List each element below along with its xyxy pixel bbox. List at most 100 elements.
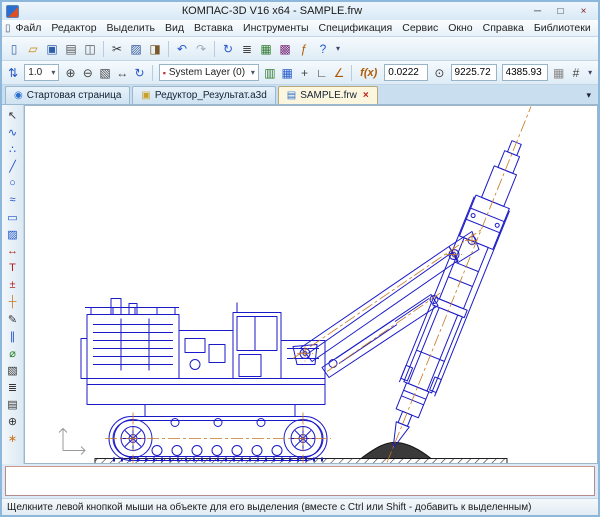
menu-item[interactable]: Вид bbox=[160, 21, 189, 35]
menu-item[interactable]: Выделить bbox=[102, 21, 160, 35]
tab-close-icon[interactable]: × bbox=[361, 90, 369, 101]
library-manager-icon[interactable]: ▩ bbox=[276, 40, 294, 58]
menu-item[interactable]: Файл bbox=[11, 21, 47, 35]
variables-icon[interactable]: ƒ bbox=[295, 40, 313, 58]
line-tool-icon[interactable]: ╱ bbox=[4, 158, 22, 174]
reports-tool-icon[interactable]: ▤ bbox=[4, 396, 22, 412]
insert-tool-icon[interactable]: ⊕ bbox=[4, 413, 22, 429]
drawing-canvas[interactable] bbox=[24, 105, 598, 464]
grid-icon[interactable]: ▦ bbox=[279, 64, 295, 82]
main-area: ↖ ∿ ∴ ╱ ○ ≈ ▭ ▨ ↔ T ± ┼ bbox=[2, 105, 598, 464]
print-preview-icon[interactable]: ◫ bbox=[81, 40, 99, 58]
hatch-tool-icon[interactable]: ▨ bbox=[4, 226, 22, 242]
undo-icon[interactable]: ↶ bbox=[173, 40, 191, 58]
paste-icon[interactable]: ◨ bbox=[146, 40, 164, 58]
layer-combo[interactable]: ▪ System Layer (0) ▾ bbox=[159, 64, 259, 81]
menu-item[interactable]: Справка bbox=[478, 21, 529, 35]
document-tab[interactable]: ◉ Стартовая страница × bbox=[5, 86, 130, 104]
toolbar-overflow-icon[interactable]: ▾ bbox=[333, 44, 343, 53]
zoom-area-icon[interactable]: ▧ bbox=[97, 64, 113, 82]
tab-list-button[interactable]: ▾ bbox=[582, 90, 595, 104]
refresh-image-icon[interactable]: ↻ bbox=[219, 40, 237, 58]
point-tool-icon[interactable]: ∴ bbox=[4, 141, 22, 157]
snap-icon[interactable]: ∠ bbox=[331, 64, 347, 82]
minimize-button[interactable]: ─ bbox=[527, 4, 548, 18]
statusbar: Щелкните левой кнопкой мыши на объекте д… bbox=[2, 498, 598, 515]
toolbar-separator bbox=[152, 65, 153, 81]
parametric-tool-icon[interactable]: ∥ bbox=[4, 328, 22, 344]
app-window: КОМПАС-3D V16 x64 - SAMPLE.frw ─ □ × ▯ Ф… bbox=[0, 0, 600, 517]
open-document-icon[interactable]: ▱ bbox=[24, 40, 42, 58]
rectangle-tool-icon[interactable]: ▭ bbox=[4, 209, 22, 225]
cursor-y-field[interactable] bbox=[502, 64, 548, 81]
rounding-icon[interactable]: ⊙ bbox=[431, 64, 447, 82]
tolerance-tool-icon[interactable]: ± bbox=[4, 277, 22, 293]
refresh-icon[interactable]: ↻ bbox=[131, 64, 147, 82]
cursor-tool-icon[interactable]: ↖ bbox=[4, 107, 22, 123]
document-tab[interactable]: ▤ SAMPLE.frw × bbox=[278, 86, 378, 104]
print-icon[interactable]: ▤ bbox=[62, 40, 80, 58]
help-icon[interactable]: ? bbox=[314, 40, 332, 58]
local-cs-icon[interactable]: + bbox=[296, 64, 312, 82]
document-tab-label: SAMPLE.frw bbox=[300, 90, 357, 101]
machine-drawing bbox=[81, 135, 534, 460]
toolbar-view: ⇅ 1.0 ▾ ⊕⊖▧↔↻ ▪ System Layer (0) ▾ ▥▦+∟∠… bbox=[2, 61, 598, 85]
document-manager-icon[interactable]: ▦ bbox=[257, 40, 275, 58]
spline-tool-icon[interactable]: ≈ bbox=[4, 192, 22, 208]
cut-icon[interactable]: ✂ bbox=[108, 40, 126, 58]
cursor-x-field[interactable] bbox=[451, 64, 497, 81]
axis-tool-icon[interactable]: ┼ bbox=[4, 294, 22, 310]
layer-color-icon: ▪ bbox=[163, 68, 166, 78]
keyboard-input-icon[interactable]: # bbox=[568, 64, 584, 82]
redo-icon[interactable]: ↷ bbox=[192, 40, 210, 58]
measure-tool-icon[interactable]: ⌀ bbox=[4, 345, 22, 361]
text-tool-icon[interactable]: T bbox=[4, 260, 22, 276]
menu-item[interactable]: Библиотеки bbox=[529, 21, 596, 35]
document-tab-icon: ◉ bbox=[14, 90, 23, 101]
apps-tool-icon[interactable]: ∗ bbox=[4, 430, 22, 446]
circle-tool-icon[interactable]: ○ bbox=[4, 175, 22, 191]
maximize-button[interactable]: □ bbox=[550, 4, 571, 18]
menu-item[interactable]: Спецификация bbox=[314, 21, 398, 35]
menu-item[interactable]: Окно bbox=[443, 21, 477, 35]
property-bar bbox=[5, 466, 595, 496]
copy-icon[interactable]: ▨ bbox=[127, 40, 145, 58]
menubar: ▯ Файл Редактор Выделить Вид Вставка Инс… bbox=[2, 20, 598, 37]
orientation-icon[interactable]: ⇅ bbox=[5, 64, 21, 82]
document-tab-label: Редуктор_Результат.a3d bbox=[155, 90, 267, 101]
app-icon bbox=[6, 5, 19, 18]
menu-item[interactable]: Редактор bbox=[46, 21, 101, 35]
close-button[interactable]: × bbox=[573, 4, 594, 18]
layers-icon[interactable]: ▥ bbox=[262, 64, 278, 82]
pan-icon[interactable]: ↔ bbox=[114, 64, 130, 82]
zoom-out-icon[interactable]: ⊖ bbox=[80, 64, 96, 82]
toolbar-overflow-icon[interactable]: ▾ bbox=[585, 68, 595, 77]
menu-item[interactable]: Инструменты bbox=[238, 21, 313, 35]
new-document-icon[interactable]: ▯ bbox=[5, 40, 23, 58]
compact-tool-panel: ↖ ∿ ∴ ╱ ○ ≈ ▭ ▨ ↔ T ± ┼ bbox=[2, 105, 24, 464]
selection-tool-icon[interactable]: ▧ bbox=[4, 362, 22, 378]
ortho-icon[interactable]: ∟ bbox=[314, 64, 330, 82]
step-value-field[interactable] bbox=[384, 64, 428, 81]
save-icon[interactable]: ▣ bbox=[43, 40, 61, 58]
menu-item[interactable]: Сервис bbox=[397, 21, 443, 35]
specification-tool-icon[interactable]: ≣ bbox=[4, 379, 22, 395]
document-tab[interactable]: ▣ Редуктор_Результат.a3d × bbox=[132, 86, 275, 104]
grid-display-icon[interactable]: ▦ bbox=[551, 64, 567, 82]
zoom-combo[interactable]: 1.0 ▾ bbox=[24, 64, 59, 81]
toolbar-separator bbox=[351, 65, 352, 81]
geometry-tool-icon[interactable]: ∿ bbox=[4, 124, 22, 140]
dimension-tool-icon[interactable]: ↔ bbox=[4, 243, 22, 259]
expression-button[interactable]: f(x) bbox=[356, 67, 381, 79]
document-tab-label: Стартовая страница bbox=[27, 90, 122, 101]
origin-marker bbox=[59, 429, 85, 455]
chevron-down-icon: ▾ bbox=[251, 68, 255, 77]
menu-item[interactable]: Вставка bbox=[189, 21, 238, 35]
toolbar-separator bbox=[214, 41, 215, 57]
zoom-in-icon[interactable]: ⊕ bbox=[62, 64, 78, 82]
properties-icon[interactable]: ≣ bbox=[238, 40, 256, 58]
edit-tool-icon[interactable]: ✎ bbox=[4, 311, 22, 327]
zoom-value: 1.0 bbox=[28, 67, 42, 78]
toolbar-standard: ▯▱▣▤◫ ✂▨◨ ↶↷ ↻≣▦▩ƒ? ▾ bbox=[2, 37, 598, 61]
document-tab-icon: ▣ bbox=[141, 90, 150, 101]
